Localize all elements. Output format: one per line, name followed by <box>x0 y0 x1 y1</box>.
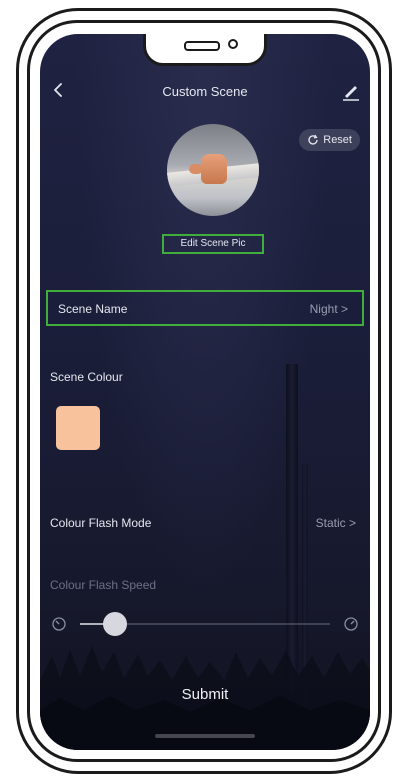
colour-flash-speed-row: Colour Flash Speed <box>40 568 370 604</box>
page-title: Custom Scene <box>162 84 248 99</box>
scene-name-row[interactable]: Scene Name Night > <box>46 290 364 326</box>
pencil-icon <box>343 86 359 101</box>
scene-picture-subject <box>201 154 227 184</box>
scene-colour-row: Scene Colour <box>40 360 370 396</box>
camera-icon <box>228 39 238 49</box>
colour-flash-mode-label: Colour Flash Mode <box>50 516 152 530</box>
slider-fill <box>80 623 105 625</box>
submit-button[interactable]: Submit <box>40 680 370 710</box>
scene-picture[interactable] <box>167 124 259 216</box>
scene-colour-label: Scene Colour <box>50 370 123 384</box>
scene-name-value: Night > <box>309 302 348 316</box>
edit-scene-pic-button[interactable]: Edit Scene Pic <box>162 234 264 254</box>
reset-button[interactable]: Reset <box>299 129 360 151</box>
edit-scene-button[interactable] <box>340 80 362 102</box>
home-indicator <box>155 734 255 738</box>
speed-slow-icon <box>52 617 66 631</box>
scene-colour-swatch[interactable] <box>56 406 100 450</box>
colour-flash-mode-row[interactable]: Colour Flash Mode Static > <box>40 506 370 542</box>
reset-label: Reset <box>323 134 352 146</box>
scene-name-label: Scene Name <box>58 302 128 316</box>
speed-fast-icon <box>344 617 358 631</box>
colour-flash-speed-label: Colour Flash Speed <box>50 578 157 592</box>
slider-thumb[interactable] <box>103 612 127 636</box>
phone-screen: Custom Scene Reset Edit Scene Pic Scene … <box>40 34 370 750</box>
colour-flash-mode-value: Static > <box>315 516 356 530</box>
speaker-icon <box>184 41 220 51</box>
flash-speed-slider[interactable] <box>50 612 360 636</box>
phone-notch <box>143 34 267 66</box>
refresh-icon <box>308 134 318 145</box>
